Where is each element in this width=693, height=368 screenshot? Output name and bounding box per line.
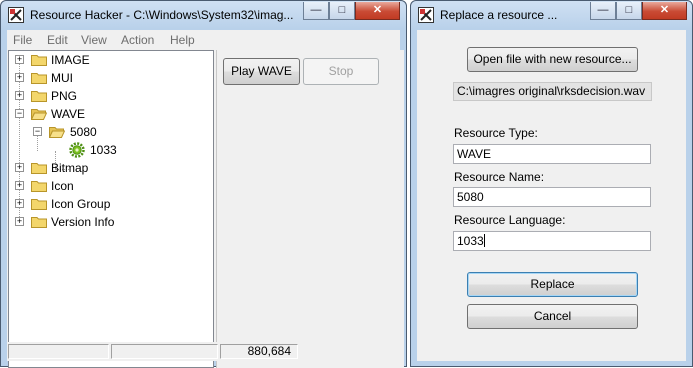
tree-item-icon-group[interactable]: + Icon Group [9,195,209,213]
folder-icon [31,181,47,192]
file-path-display: C:\imagres original\rksdecision.wav [453,82,652,101]
replace-button[interactable]: Replace [467,272,638,297]
expand-icon[interactable]: + [15,91,24,100]
tree-item-mui[interactable]: + MUI [9,69,209,87]
tree-item-label: PNG [51,89,78,103]
tree-item-1033[interactable]: 1033 [9,141,209,159]
folder-icon [31,91,47,102]
close-button[interactable]: ✕ [642,2,687,20]
resource-name-field[interactable]: 5080 [453,187,651,207]
menu-edit[interactable]: Edit [47,33,68,47]
play-wave-button[interactable]: Play WAVE [223,58,300,85]
minimize-button[interactable]: — [303,2,329,20]
tree-item-label: MUI [51,71,73,85]
expand-icon[interactable]: + [15,163,24,172]
folder-icon [31,199,47,210]
resource-hacker-app-icon [418,7,434,23]
folder-icon [31,73,47,84]
text-caret [483,234,485,247]
tree-item-label: Bitmap [51,161,89,175]
status-cell [111,344,218,359]
status-bar: 880,684 [7,342,400,361]
tree-item-wave[interactable]: − WAVE [9,105,209,123]
minimize-button[interactable]: — [590,2,616,20]
tree-item-label: Icon [51,179,74,193]
tree-item-label: Version Info [51,215,115,229]
open-folder-icon [31,109,47,120]
open-file-button[interactable]: Open file with new resource... [467,47,638,72]
tree-item-png[interactable]: + PNG [9,87,209,105]
expand-icon[interactable]: + [15,181,24,190]
expand-icon[interactable]: + [15,73,24,82]
open-folder-icon [49,127,65,138]
tree-item-label: WAVE [51,107,86,121]
tree-item-bitmap[interactable]: + Bitmap [9,159,209,177]
maximize-button[interactable]: □ [616,2,642,20]
title-bar[interactable]: Resource Hacker - C:\Windows\System32\im… [1,1,406,29]
folder-icon [31,217,47,228]
title-bar[interactable]: Replace a resource ... — □ ✕ [411,1,692,29]
menu-bar: File Edit View Action Help [7,30,400,49]
status-cell [8,344,109,359]
stop-button[interactable]: Stop [303,58,379,85]
tree-item-label: 5080 [70,125,97,139]
resource-hacker-window: Resource Hacker - C:\Windows\System32\im… [0,0,407,368]
menu-action[interactable]: Action [121,33,154,47]
menu-file[interactable]: File [13,33,32,47]
resource-type-label: Resource Type: [454,126,538,140]
window-title: Resource Hacker - C:\Windows\System32\im… [30,8,294,22]
expand-icon[interactable]: + [15,55,24,64]
resource-type-field[interactable]: WAVE [453,144,651,164]
resource-hacker-app-icon [8,7,24,23]
resource-gear-icon [69,142,85,158]
collapse-icon[interactable]: − [33,127,42,136]
expand-icon[interactable]: + [15,199,24,208]
resource-name-label: Resource Name: [454,170,545,184]
resource-language-field[interactable]: 1033 [453,231,651,251]
dialog-title: Replace a resource ... [440,8,558,22]
expand-icon[interactable]: + [15,217,24,226]
collapse-icon[interactable]: − [15,109,24,118]
resource-tree[interactable]: + IMAGE + MUI + PNG − WAVE − 5080 1033 +… [8,50,214,368]
tree-item-label: 1033 [90,143,117,157]
resource-language-label: Resource Language: [454,213,566,227]
close-button[interactable]: ✕ [355,2,400,20]
maximize-button[interactable]: □ [329,2,355,20]
replace-resource-dialog: Replace a resource ... — □ ✕ Open file w… [410,0,693,367]
tree-item-label: Icon Group [51,197,111,211]
tree-item-label: IMAGE [51,53,90,67]
cancel-button[interactable]: Cancel [467,304,638,329]
main-client-area: File Edit View Action Help + IMAGE + MUI [7,30,404,368]
cursor-position: 880,684 [220,344,298,359]
menu-help[interactable]: Help [170,33,195,47]
dialog-client-area: Open file with new resource... C:\imagre… [417,30,686,361]
tree-item-5080[interactable]: − 5080 [9,123,209,141]
resource-view-panel: Play WAVE Stop [216,50,404,368]
tree-item-image[interactable]: + IMAGE [9,51,209,69]
folder-icon [31,163,47,174]
tree-item-version-info[interactable]: + Version Info [9,213,209,231]
menu-view[interactable]: View [81,33,107,47]
tree-item-icon[interactable]: + Icon [9,177,209,195]
resource-language-value: 1033 [457,234,484,248]
folder-icon [31,55,47,66]
